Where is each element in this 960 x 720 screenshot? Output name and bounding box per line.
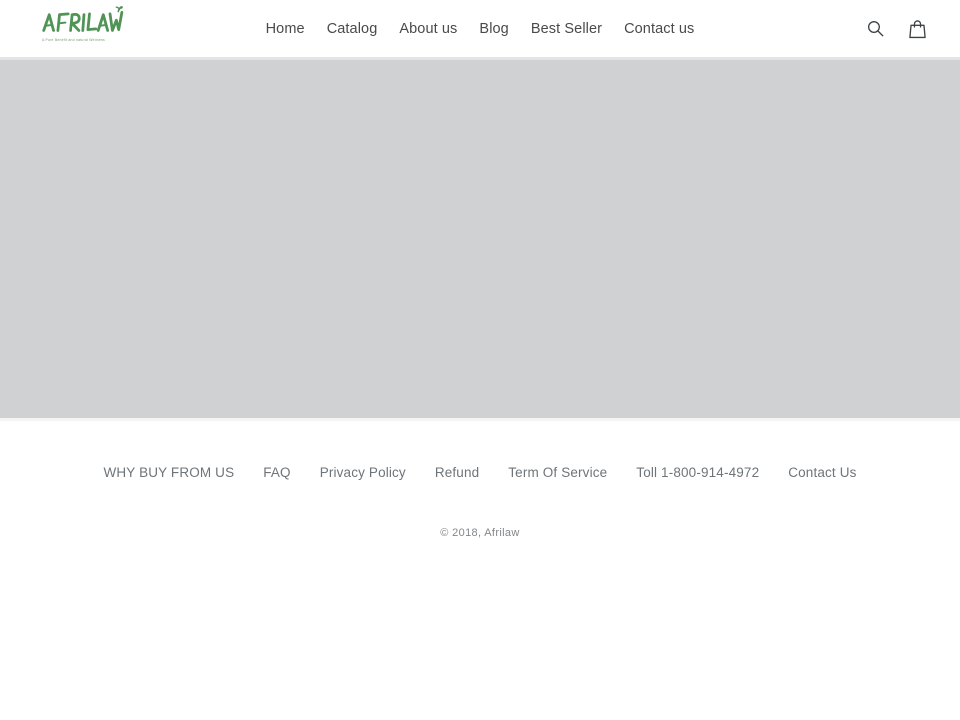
footer-item-privacy-policy[interactable]: Privacy Policy [320, 463, 406, 482]
footer-item-refund[interactable]: Refund [435, 463, 479, 482]
main-content [0, 57, 960, 421]
nav-item-about-us[interactable]: About us [399, 19, 457, 39]
nav-link-home[interactable]: Home [266, 19, 305, 39]
footer-link-faq[interactable]: FAQ [263, 465, 290, 480]
site-header: A Pure Benefit and natural Wellness Home… [0, 0, 960, 57]
footer-link-contact-us[interactable]: Contact Us [788, 465, 856, 480]
footer-item-toll-phone[interactable]: Toll 1-800-914-4972 [636, 463, 759, 482]
footer-link-term-of-service[interactable]: Term Of Service [508, 465, 607, 480]
search-button[interactable] [862, 16, 888, 42]
site-footer: WHY BUY FROM US FAQ Privacy Policy Refun… [0, 421, 960, 541]
nav-link-catalog[interactable]: Catalog [327, 19, 378, 39]
footer-item-contact-us[interactable]: Contact Us [788, 463, 856, 482]
nav-item-catalog[interactable]: Catalog [327, 19, 378, 39]
nav-item-blog[interactable]: Blog [479, 19, 508, 39]
search-icon [867, 20, 883, 37]
footer-link-privacy-policy[interactable]: Privacy Policy [320, 465, 406, 480]
copyright-text: © 2018, Afrilaw [440, 527, 520, 539]
nav-link-best-seller[interactable]: Best Seller [531, 19, 602, 39]
nav-item-contact-us[interactable]: Contact us [624, 19, 694, 39]
cart-icon [908, 19, 926, 38]
footer-link-why-buy-from-us[interactable]: WHY BUY FROM US [103, 465, 234, 480]
footer-link-toll-phone[interactable]: Toll 1-800-914-4972 [636, 465, 759, 480]
footer-item-term-of-service[interactable]: Term Of Service [508, 463, 607, 482]
nav-link-blog[interactable]: Blog [479, 19, 508, 39]
footer-navigation: WHY BUY FROM US FAQ Privacy Policy Refun… [0, 463, 960, 482]
footer-item-faq[interactable]: FAQ [263, 463, 290, 482]
cart-button[interactable] [904, 16, 930, 42]
footer-link-refund[interactable]: Refund [435, 465, 479, 480]
nav-link-about-us[interactable]: About us [399, 19, 457, 39]
page-root: A Pure Benefit and natural Wellness Home… [0, 0, 960, 720]
nav-link-contact-us[interactable]: Contact us [624, 19, 694, 39]
header-icon-group [862, 0, 930, 57]
footer-item-why-buy-from-us[interactable]: WHY BUY FROM US [103, 463, 234, 482]
nav-item-best-seller[interactable]: Best Seller [531, 19, 602, 39]
hero-content-block [0, 60, 960, 418]
nav-item-home[interactable]: Home [266, 19, 305, 39]
main-navigation: Home Catalog About us Blog Best Seller C… [0, 0, 960, 57]
